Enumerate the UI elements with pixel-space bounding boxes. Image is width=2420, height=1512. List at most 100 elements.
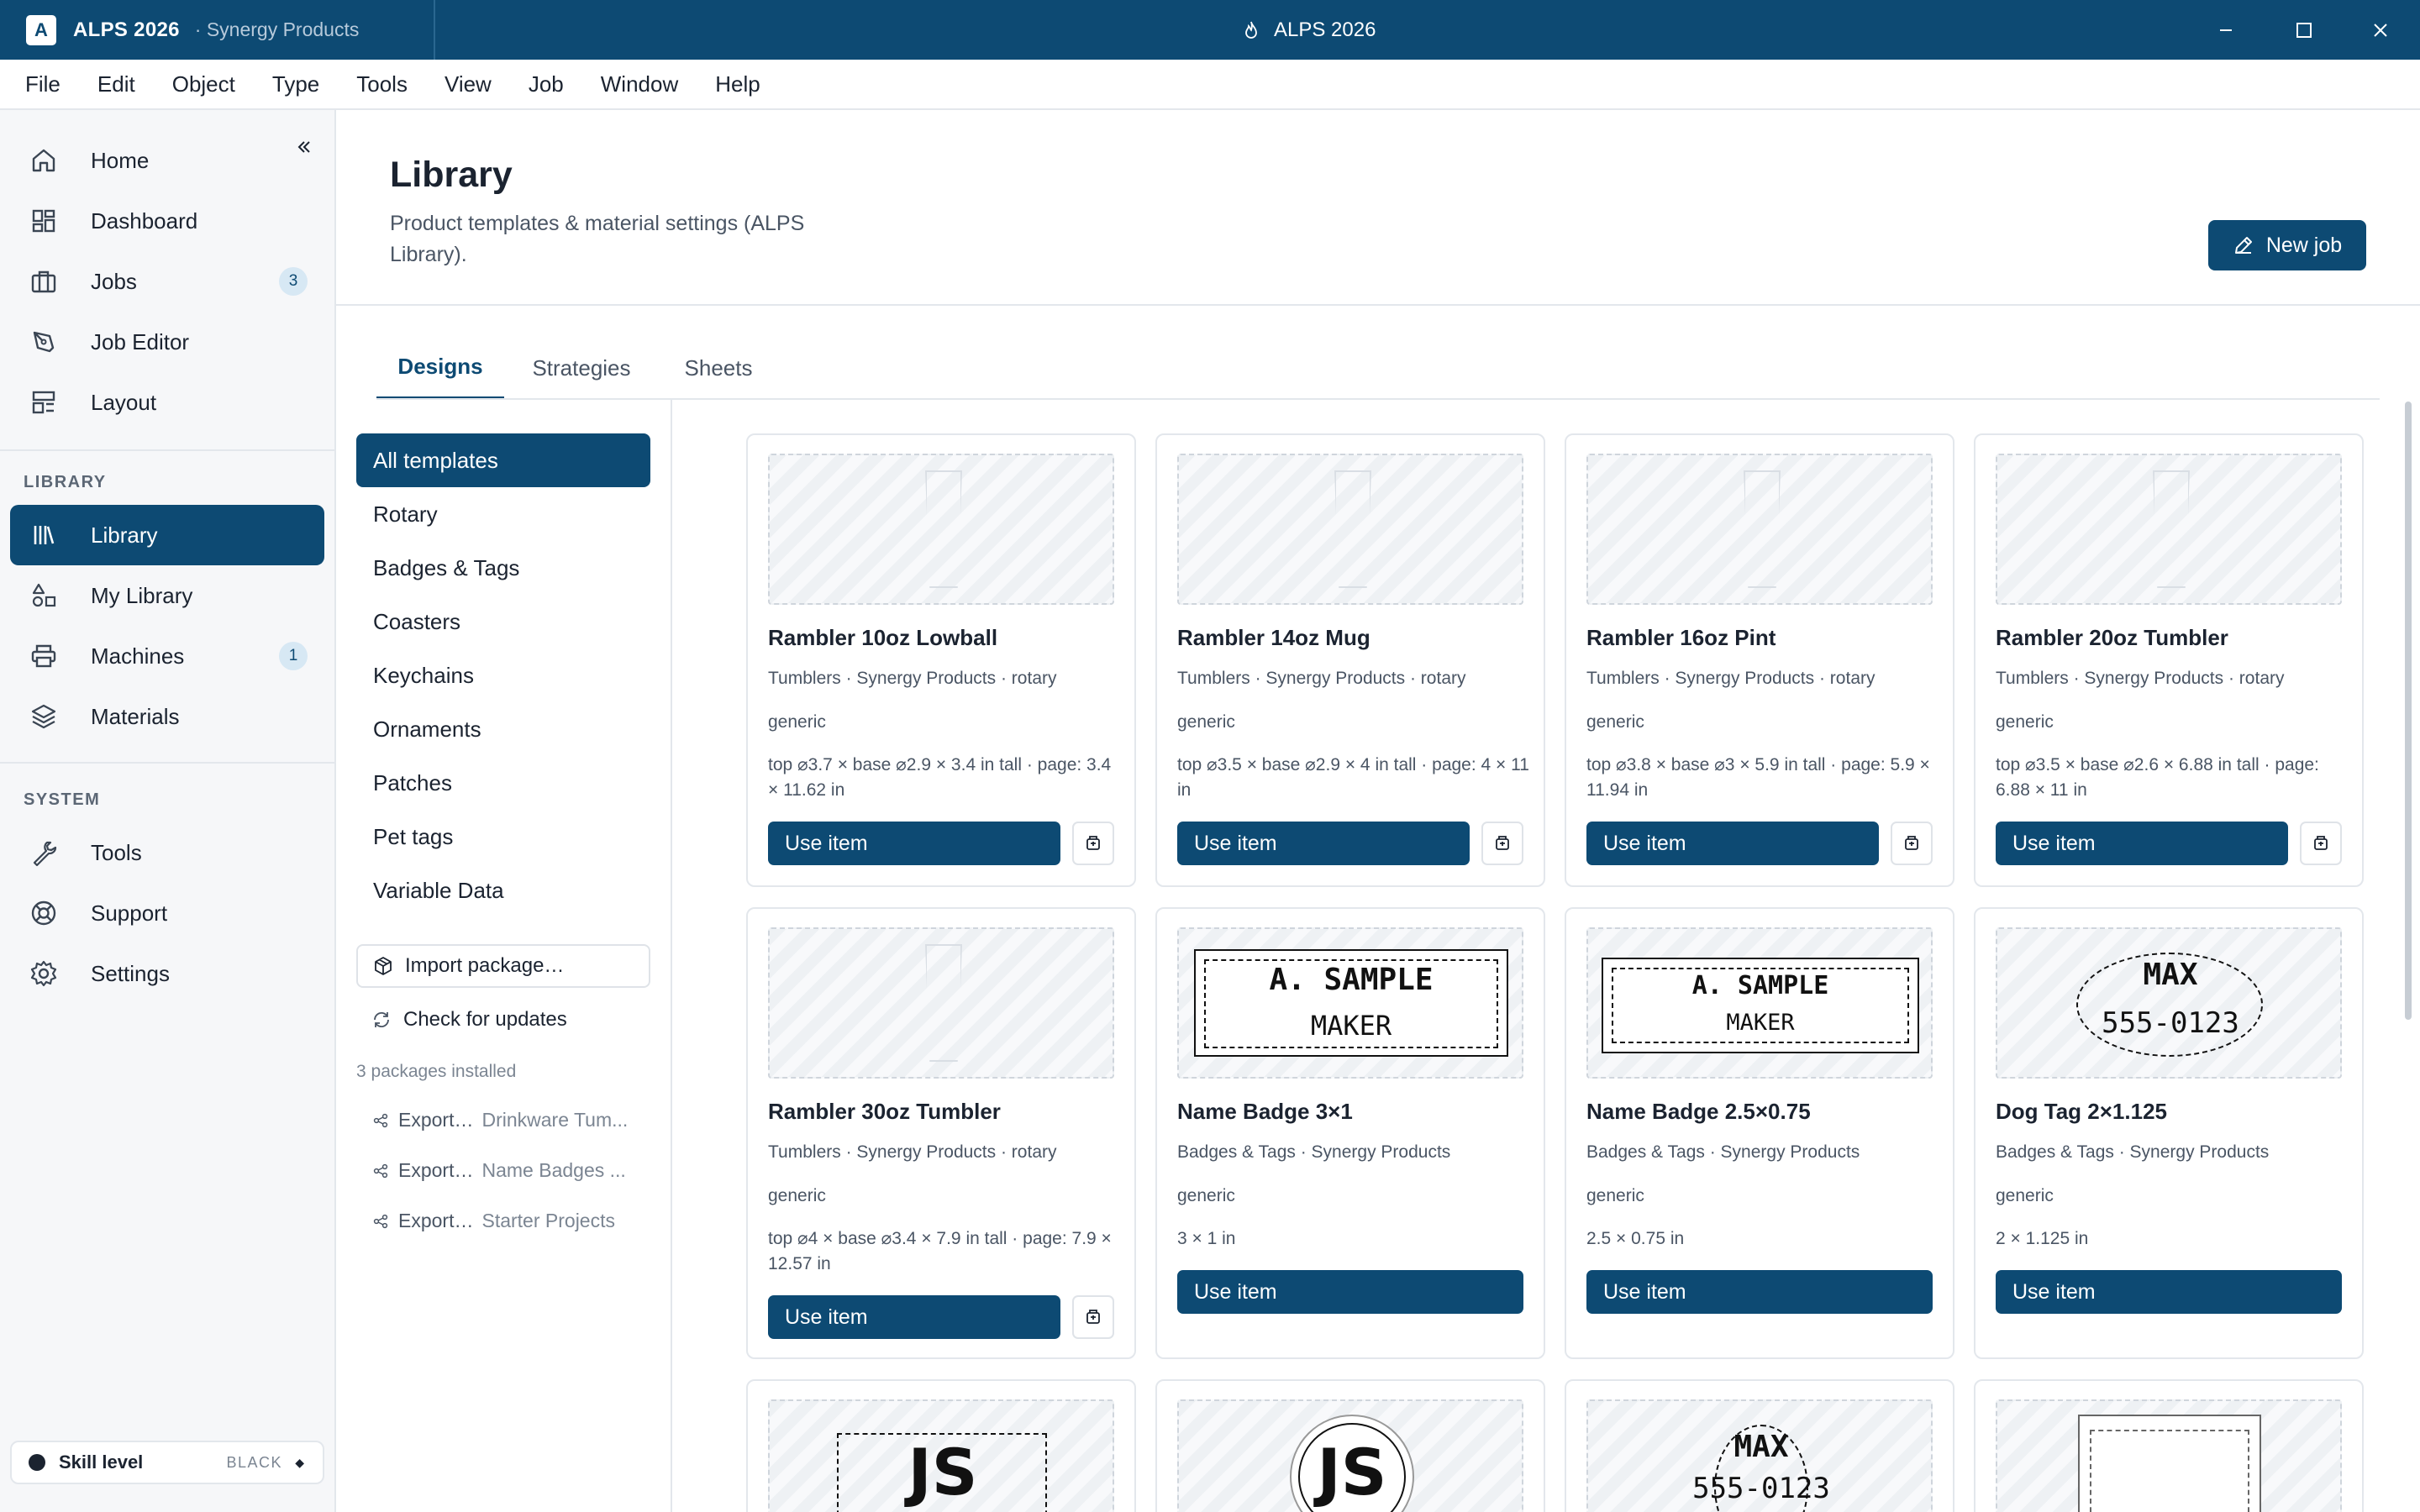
- use-item-button[interactable]: Use item: [1177, 1270, 1523, 1314]
- menu-tools[interactable]: Tools: [356, 71, 408, 97]
- content-scrollbar[interactable]: [2405, 402, 2412, 1020]
- template-thumbnail[interactable]: [1996, 1399, 2342, 1512]
- use-item-button[interactable]: Use item: [1996, 1270, 2342, 1314]
- packages-installed-count: 3 packages installed: [356, 1062, 517, 1081]
- category-badges-tags[interactable]: Badges & Tags: [356, 541, 650, 595]
- template-thumbnail[interactable]: MAX 555-0123: [1996, 927, 2342, 1079]
- sidebar-item-machines[interactable]: Machines 1: [10, 626, 324, 686]
- menu-job[interactable]: Job: [529, 71, 564, 97]
- category-all-templates[interactable]: All templates: [356, 433, 650, 487]
- template-dimensions: top ⌀3.8 × base ⌀3 × 5.9 in tall · page:…: [1586, 755, 1930, 800]
- layers-icon: [29, 701, 59, 732]
- export-label: Export…: [398, 1109, 474, 1131]
- sidebar-item-support[interactable]: Support: [10, 883, 324, 943]
- template-title: Rambler 16oz Pint: [1586, 625, 1776, 650]
- sidebar-item-label: Support: [91, 900, 168, 926]
- badge-art-name: A. SAMPLE: [1269, 963, 1434, 997]
- category-variable-data[interactable]: Variable Data: [356, 864, 650, 917]
- sidebar-item-label: Layout: [91, 389, 157, 415]
- menu-object[interactable]: Object: [172, 71, 235, 97]
- template-card: [1974, 1379, 2364, 1512]
- jobs-count-badge: 3: [279, 267, 308, 296]
- template-thumbnail[interactable]: [768, 927, 1114, 1079]
- layout-icon: [29, 387, 59, 417]
- import-package-button[interactable]: Import package…: [356, 944, 650, 988]
- new-job-button[interactable]: New job: [2208, 220, 2366, 270]
- menu-type[interactable]: Type: [272, 71, 319, 97]
- category-ornaments[interactable]: Ornaments: [356, 702, 650, 756]
- sidebar-item-home[interactable]: Home: [10, 130, 324, 191]
- menu-view[interactable]: View: [445, 71, 492, 97]
- maximize-button[interactable]: [2266, 0, 2342, 60]
- template-meta: Tumblers · Synergy Products · rotary: [768, 1142, 1057, 1162]
- template-thumbnail[interactable]: [768, 454, 1114, 605]
- minimize-button[interactable]: [2188, 0, 2264, 60]
- template-tag: generic: [1177, 1186, 1235, 1205]
- sidebar-item-materials[interactable]: Materials: [10, 686, 324, 747]
- use-item-button[interactable]: Use item: [768, 1295, 1060, 1339]
- save-to-library-button[interactable]: [1481, 822, 1523, 865]
- export-package-row[interactable]: Export… Drinkware Tum...: [373, 1109, 628, 1131]
- title-bar: A ALPS 2026 · Synergy Products ALPS 2026: [0, 0, 2420, 60]
- check-updates-button[interactable]: Check for updates: [356, 998, 567, 1042]
- sidebar-item-label: Materials: [91, 703, 180, 729]
- category-keychains[interactable]: Keychains: [356, 648, 650, 702]
- use-item-button[interactable]: Use item: [1586, 1270, 1933, 1314]
- menu-help[interactable]: Help: [715, 71, 760, 97]
- template-card: Rambler 16oz Pint Tumblers · Synergy Pro…: [1565, 433, 1954, 887]
- sidebar-item-jobs[interactable]: Jobs 3: [10, 251, 324, 312]
- sidebar-item-my-library[interactable]: My Library: [10, 565, 324, 626]
- export-package-row[interactable]: Export… Name Badges ...: [373, 1159, 626, 1182]
- tag-art-phone: 555-0123: [1692, 1472, 1830, 1505]
- template-thumbnail[interactable]: [1996, 454, 2342, 605]
- maximize-icon: [2296, 22, 2312, 38]
- template-dimensions: top ⌀4 × base ⌀3.4 × 7.9 in tall · page:…: [768, 1229, 1112, 1273]
- use-item-button[interactable]: Use item: [1996, 822, 2288, 865]
- category-patches[interactable]: Patches: [356, 756, 650, 810]
- menu-window[interactable]: Window: [601, 71, 678, 97]
- template-card: A. SAMPLE MAKER Name Badge 3×1 Badges & …: [1155, 907, 1545, 1359]
- sidebar-item-layout[interactable]: Layout: [10, 372, 324, 433]
- save-to-library-button[interactable]: [1891, 822, 1933, 865]
- tab-designs[interactable]: Designs: [376, 336, 504, 400]
- page-description: Product templates & material settings (A…: [390, 212, 805, 266]
- tab-strategies[interactable]: Strategies: [518, 336, 645, 400]
- template-thumbnail[interactable]: [1177, 454, 1523, 605]
- use-item-button[interactable]: Use item: [1586, 822, 1879, 865]
- save-to-library-button[interactable]: [1072, 1295, 1114, 1339]
- template-thumbnail[interactable]: A. SAMPLE MAKER: [1177, 927, 1523, 1079]
- sidebar-item-tools[interactable]: Tools: [10, 822, 324, 883]
- menu-edit[interactable]: Edit: [97, 71, 135, 97]
- template-meta: Badges & Tags · Synergy Products: [1177, 1142, 1451, 1162]
- close-button[interactable]: [2343, 0, 2418, 60]
- sidebar-item-dashboard[interactable]: Dashboard: [10, 191, 324, 251]
- monogram-art: JS: [1317, 1435, 1387, 1509]
- close-icon: [2374, 23, 2387, 37]
- category-rotary[interactable]: Rotary: [356, 487, 650, 541]
- skill-level-selector[interactable]: Skill level BLACK ◆: [10, 1441, 324, 1484]
- template-thumbnail[interactable]: JS: [1177, 1399, 1523, 1512]
- tag-art-phone: 555-0123: [2102, 1006, 2239, 1040]
- sidebar-item-job-editor[interactable]: Job Editor: [10, 312, 324, 372]
- template-thumbnail[interactable]: A. SAMPLE MAKER: [1586, 927, 1933, 1079]
- export-package-row[interactable]: Export… Starter Projects: [373, 1210, 615, 1232]
- sidebar-item-label: My Library: [91, 582, 193, 608]
- sidebar-item-settings[interactable]: Settings: [10, 943, 324, 1004]
- use-item-button[interactable]: Use item: [768, 822, 1060, 865]
- badge-art-title: MAKER: [1310, 1010, 1392, 1042]
- tab-sheets[interactable]: Sheets: [666, 336, 771, 400]
- category-coasters[interactable]: Coasters: [356, 595, 650, 648]
- save-to-library-button[interactable]: [2300, 822, 2342, 865]
- template-card: Rambler 14oz Mug Tumblers · Synergy Prod…: [1155, 433, 1545, 887]
- category-pet-tags[interactable]: Pet tags: [356, 810, 650, 864]
- template-thumbnail[interactable]: JS: [768, 1399, 1114, 1512]
- save-to-library-button[interactable]: [1072, 822, 1114, 865]
- sidebar-item-library[interactable]: Library: [10, 505, 324, 565]
- library-save-icon: [1905, 836, 1918, 850]
- template-thumbnail[interactable]: MAX 555-0123: [1586, 1399, 1933, 1512]
- tumbler-outline: [1334, 470, 1371, 588]
- menu-file[interactable]: File: [25, 71, 60, 97]
- use-item-button[interactable]: Use item: [1177, 822, 1470, 865]
- template-thumbnail[interactable]: [1586, 454, 1933, 605]
- template-card: MAX 555-0123: [1565, 1379, 1954, 1512]
